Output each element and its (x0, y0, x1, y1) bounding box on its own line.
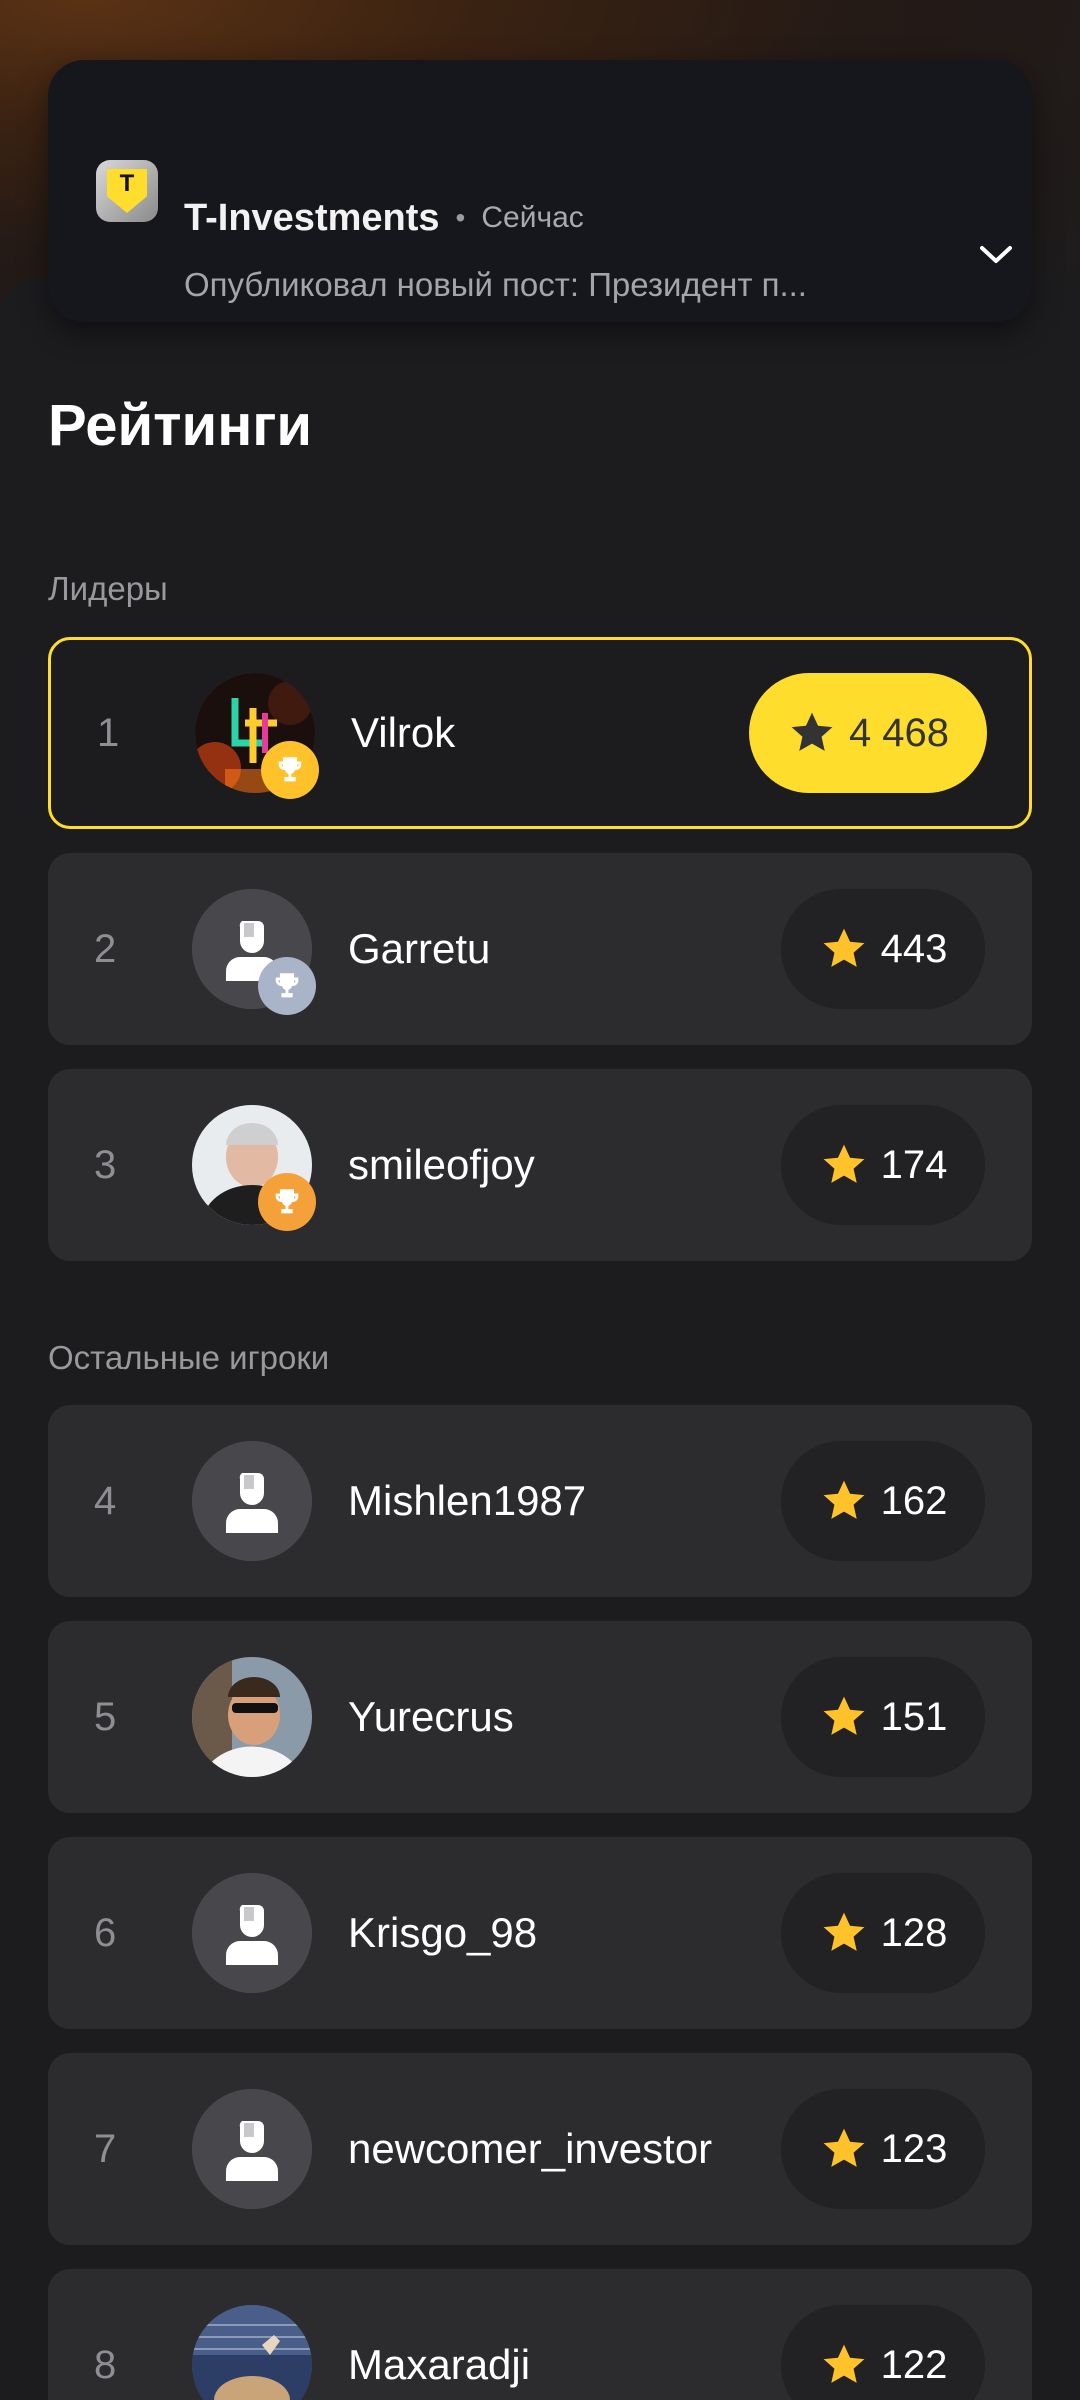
notification-header: T-Investments • Сейчас (184, 190, 584, 246)
user-placeholder-icon (192, 2089, 312, 2209)
score-badge: 128 (781, 1873, 985, 1993)
notification-text: Опубликовал новый пост: Президент п... (184, 266, 807, 303)
score-value: 122 (880, 2342, 948, 2387)
user-placeholder-icon (192, 1441, 312, 1561)
page-title: Рейтинги (48, 393, 313, 458)
star-icon (791, 712, 833, 751)
avatar[interactable] (192, 1657, 312, 1777)
star-icon (823, 1696, 865, 1735)
trophy-icon (258, 1173, 316, 1231)
leaderboard-row[interactable]: 8 Maxaradji 122 (48, 2269, 1032, 2400)
score-badge: 4 468 (749, 673, 987, 793)
leaderboard-row[interactable]: 7 newcomer_investor 123 (48, 2053, 1032, 2245)
score-value: 151 (880, 1694, 948, 1739)
score-badge: 122 (781, 2305, 985, 2400)
avatar[interactable] (192, 1105, 316, 1231)
avatar-photo (192, 1657, 312, 1777)
star-icon (823, 2128, 865, 2167)
notification-time: Сейчас (481, 201, 584, 234)
rank-number: 6 (94, 1910, 117, 1955)
user-placeholder-icon (192, 1873, 312, 1993)
score-badge: 174 (781, 1105, 985, 1225)
chevron-down-icon[interactable] (973, 232, 1019, 278)
player-name: Krisgo_98 (348, 1909, 538, 1956)
trophy-icon (261, 741, 319, 799)
score-badge: 123 (781, 2089, 985, 2209)
score-value: 128 (880, 1910, 948, 1955)
t-investments-app-icon: T (96, 160, 158, 222)
leaderboard-row[interactable]: 2 Garretu 443 (48, 853, 1032, 1045)
trophy-icon (258, 957, 316, 1015)
player-name: Yurecrus (348, 1693, 514, 1740)
avatar[interactable] (192, 2305, 312, 2400)
ratings-screen: T T-Investments • Сейчас Опубликовал нов… (0, 0, 1080, 2400)
player-name: smileofjoy (348, 1141, 535, 1188)
score-badge: 162 (781, 1441, 985, 1561)
score-badge: 443 (781, 889, 985, 1009)
star-icon (823, 2344, 865, 2383)
avatar-photo (192, 2305, 312, 2400)
rank-number: 8 (94, 2342, 117, 2387)
t-logo-shield: T (107, 169, 147, 213)
player-name: newcomer_investor (348, 2125, 713, 2172)
rank-number: 4 (94, 1478, 117, 1523)
leaderboard-row[interactable]: 1 Vilrok 4 468 (48, 637, 1032, 829)
player-name: Maxaradji (348, 2341, 531, 2388)
push-notification[interactable]: T T-Investments • Сейчас Опубликовал нов… (48, 60, 1032, 322)
score-badge: 151 (781, 1657, 985, 1777)
star-icon (823, 928, 865, 967)
player-name: Vilrok (351, 709, 456, 756)
notification-separator: • (455, 202, 466, 233)
avatar[interactable] (192, 2089, 312, 2209)
avatar[interactable] (192, 889, 316, 1015)
rank-number: 5 (94, 1694, 117, 1739)
score-value: 162 (880, 1478, 948, 1523)
section-label-leaders: Лидеры (48, 570, 168, 607)
rank-number: 1 (97, 710, 120, 755)
leaderboard-row[interactable]: 3 smileofjoy 174 (48, 1069, 1032, 1261)
player-name: Garretu (348, 925, 491, 972)
leaderboard-row[interactable]: 4 Mishlen1987 162 (48, 1405, 1032, 1597)
notification-app-name: T-Investments (184, 196, 440, 239)
star-icon (823, 1480, 865, 1519)
rank-number: 3 (94, 1142, 117, 1187)
avatar[interactable] (192, 1441, 312, 1561)
leaderboard-row[interactable]: 5 Yurecrus 151 (48, 1621, 1032, 1813)
section-label-others: Остальные игроки (48, 1339, 330, 1376)
score-value: 123 (880, 2126, 948, 2171)
leaderboard-row[interactable]: 6 Krisgo_98 128 (48, 1837, 1032, 2029)
rank-number: 2 (94, 926, 117, 971)
star-icon (823, 1144, 865, 1183)
score-value: 4 468 (848, 710, 950, 755)
score-value: 443 (880, 926, 948, 971)
rank-number: 7 (94, 2126, 117, 2171)
app-icon-letter: T (119, 170, 135, 197)
player-name: Mishlen1987 (348, 1477, 587, 1524)
avatar[interactable] (192, 1873, 312, 1993)
score-value: 174 (880, 1142, 948, 1187)
avatar[interactable] (195, 673, 319, 799)
star-icon (823, 1912, 865, 1951)
